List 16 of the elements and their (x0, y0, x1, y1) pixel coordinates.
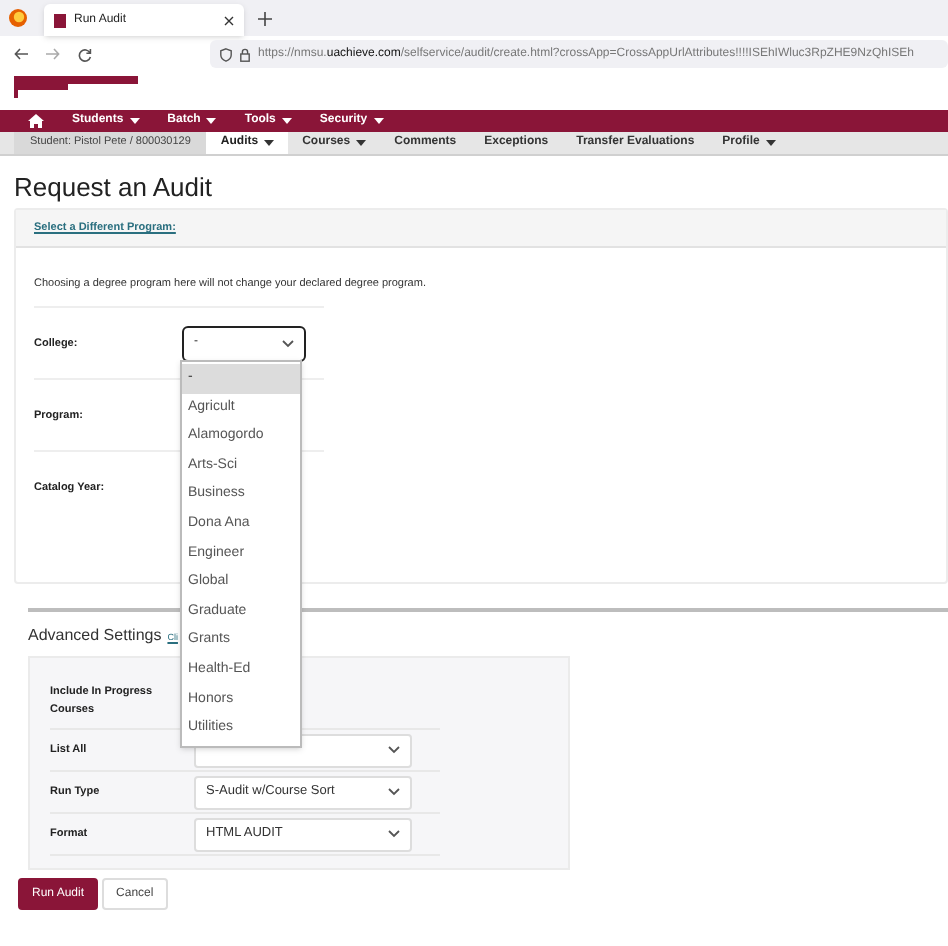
section-title: Advanced Settings (28, 624, 162, 648)
new-tab-icon[interactable] (258, 12, 272, 26)
close-icon[interactable] (224, 15, 234, 25)
reload-icon[interactable] (78, 47, 92, 61)
back-icon[interactable] (14, 48, 28, 60)
chevron-icon (388, 830, 400, 838)
home-icon[interactable] (28, 114, 44, 128)
page-icon (54, 13, 66, 27)
logo (14, 76, 138, 98)
chevron-icon (388, 788, 400, 796)
shield-icon (220, 47, 232, 61)
lock-icon (240, 47, 250, 61)
chevron-icon (388, 746, 400, 754)
chevron-icon (282, 339, 294, 348)
page-heading: Request an Audit (14, 172, 215, 204)
browser-logo-icon[interactable] (8, 8, 28, 28)
